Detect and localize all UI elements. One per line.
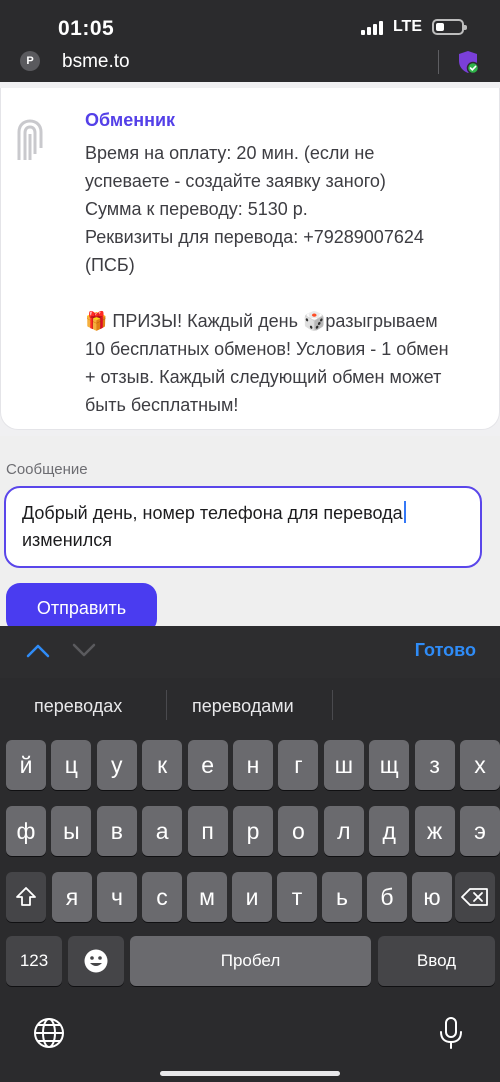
- key-letter[interactable]: ф: [6, 806, 46, 856]
- key-letter[interactable]: а: [142, 806, 183, 856]
- key-letter[interactable]: л: [323, 806, 364, 856]
- key-letter[interactable]: в: [96, 806, 137, 856]
- key-letter[interactable]: щ: [369, 740, 410, 790]
- numbers-key[interactable]: 123: [6, 936, 62, 986]
- key-letter[interactable]: ш: [323, 740, 364, 790]
- status-time: 01:05: [58, 17, 115, 40]
- network-type: LTE: [392, 18, 422, 35]
- key-letter[interactable]: р: [233, 806, 273, 856]
- globe-icon[interactable]: [32, 1016, 66, 1050]
- key-letter[interactable]: ь: [322, 872, 362, 922]
- browser-top-bar: 01:05 LTE P bsme.to: [0, 0, 500, 82]
- key-letter[interactable]: э: [460, 806, 500, 856]
- promo-line: 10 бесплатных обменов! Условия - 1 обмен: [85, 339, 449, 359]
- key-letter[interactable]: н: [233, 740, 273, 790]
- key-letter[interactable]: п: [187, 806, 228, 856]
- key-letter[interactable]: д: [369, 806, 410, 856]
- battery-icon: [432, 19, 467, 35]
- done-button[interactable]: Готово: [415, 640, 476, 661]
- message-line: успеваете - создайте заявку заного): [85, 171, 386, 191]
- delete-key[interactable]: [455, 872, 495, 922]
- key-letter[interactable]: г: [278, 740, 319, 790]
- key-letter[interactable]: з: [414, 740, 455, 790]
- shift-key[interactable]: [6, 872, 46, 922]
- shield-check-icon[interactable]: [457, 50, 479, 74]
- suggestion-divider: [332, 690, 333, 720]
- signal-icon: [360, 20, 383, 35]
- key-letter[interactable]: т: [277, 872, 317, 922]
- chat-message: Обменник Время на оплату: 20 мин. (если …: [0, 88, 500, 430]
- message-form: Сообщение Добрый день, номер телефона дл…: [0, 436, 500, 633]
- key-letter[interactable]: ы: [51, 806, 92, 856]
- key-letter[interactable]: е: [187, 740, 228, 790]
- message-line: Время на оплату: 20 мин. (если не: [85, 143, 375, 163]
- sender-name: Обменник: [85, 110, 176, 130]
- key-letter[interactable]: у: [96, 740, 137, 790]
- space-key[interactable]: Пробел: [130, 936, 371, 986]
- message-line: Сумма к переводу: 5130 р.: [85, 199, 308, 219]
- message-line: Реквизиты для перевода: +79289007624: [85, 227, 424, 247]
- message-input-line1: Добрый день, номер телефона для перевода: [22, 503, 403, 523]
- site-icon[interactable]: P: [20, 51, 40, 71]
- url-divider: [438, 50, 439, 74]
- key-letter[interactable]: и: [232, 872, 272, 922]
- key-letter[interactable]: б: [367, 872, 407, 922]
- suggestion-bar: переводах переводами: [0, 678, 500, 734]
- promo-line: + отзыв. Каждый следующий обмен может: [85, 367, 442, 387]
- home-indicator: [160, 1071, 340, 1076]
- key-letter[interactable]: ц: [51, 740, 92, 790]
- message-input-line2: изменился: [22, 530, 112, 550]
- chevron-down-icon[interactable]: [72, 642, 96, 658]
- keyboard-accessory-bar: Готово: [0, 626, 500, 678]
- key-letter[interactable]: м: [187, 872, 227, 922]
- key-letter[interactable]: с: [142, 872, 182, 922]
- emoji-key[interactable]: [68, 936, 124, 986]
- suggestion-item[interactable]: переводами: [192, 696, 294, 717]
- message-line: (ПСБ): [85, 255, 135, 275]
- chevron-up-icon[interactable]: [26, 642, 50, 658]
- exchange-logo-icon: [17, 119, 43, 160]
- message-label: Сообщение: [6, 461, 88, 478]
- key-letter[interactable]: к: [142, 740, 183, 790]
- suggestion-divider: [166, 690, 167, 720]
- key-letter[interactable]: ж: [414, 806, 455, 856]
- delete-icon: [461, 888, 488, 906]
- key-letter[interactable]: ч: [97, 872, 137, 922]
- key-letter[interactable]: я: [52, 872, 92, 922]
- promo-line: 🎁 ПРИЗЫ! Каждый день 🎲разыгрываем: [85, 311, 438, 331]
- message-text: Время на оплату: 20 мин. (если не успева…: [85, 139, 495, 419]
- shift-icon: [16, 887, 36, 906]
- key-letter[interactable]: й: [6, 740, 46, 790]
- key-letter[interactable]: х: [460, 740, 500, 790]
- message-input[interactable]: Добрый день, номер телефона для перевода…: [4, 486, 482, 568]
- suggestion-item[interactable]: переводах: [34, 696, 122, 717]
- promo-line: быть бесплатным!: [85, 395, 239, 415]
- return-key[interactable]: Ввод: [378, 936, 495, 986]
- mic-icon[interactable]: [434, 1016, 468, 1050]
- text-caret: [403, 501, 406, 523]
- chat-area: Обменник Время на оплату: 20 мин. (если …: [0, 82, 500, 436]
- key-letter[interactable]: о: [278, 806, 319, 856]
- emoji-icon: [84, 949, 108, 973]
- status-indicators: LTE: [360, 18, 467, 36]
- key-letter[interactable]: ю: [412, 872, 452, 922]
- keyboard: переводах переводами йцукенгшщзх фывапро…: [0, 678, 500, 1082]
- url-text[interactable]: bsme.to: [62, 51, 130, 73]
